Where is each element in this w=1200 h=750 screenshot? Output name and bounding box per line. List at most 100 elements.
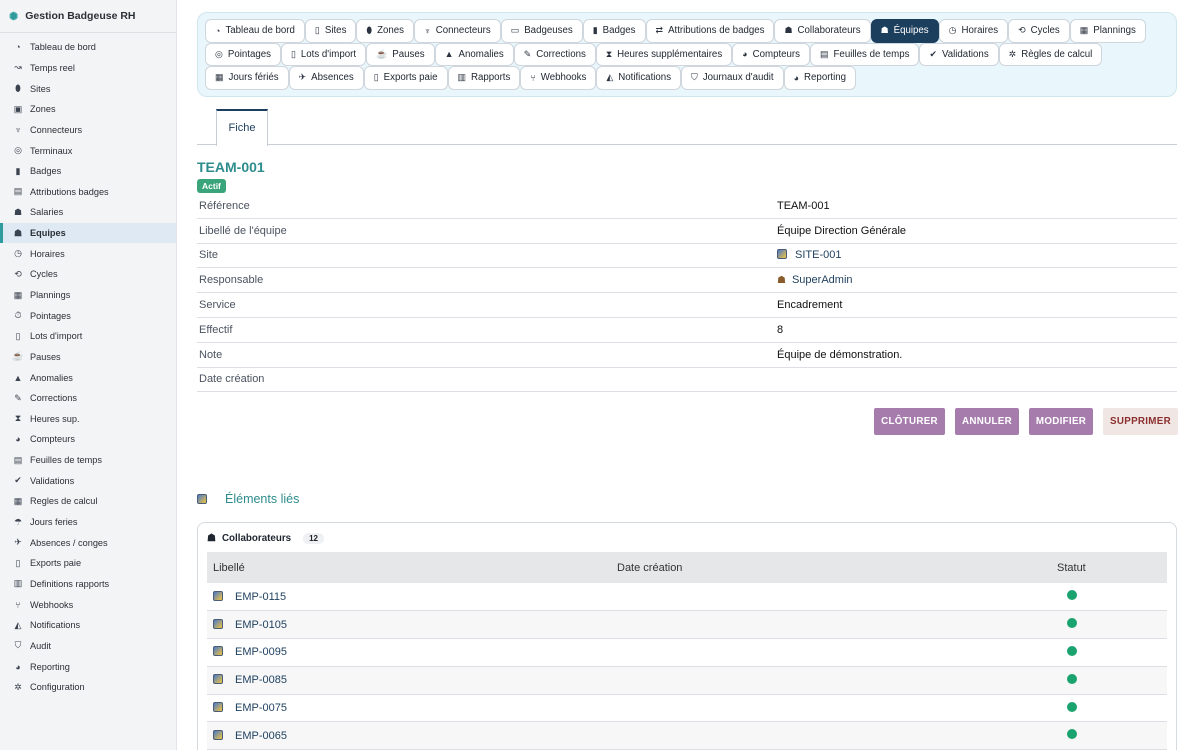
sidebar-item-exports-paie[interactable]: ▯ Exports paie [0, 553, 176, 574]
tab-compteurs[interactable]: ◕ Compteurs [732, 42, 810, 66]
sidebar-item-anomalies[interactable]: ▲ Anomalies [0, 367, 176, 388]
tab-fiche[interactable]: Fiche [216, 108, 268, 146]
table-row[interactable]: EMP-0085 [207, 666, 1167, 695]
tab-journaux-d-audit[interactable]: ⛉ Journaux d'audit [681, 66, 784, 90]
user-icon: ☗ [207, 532, 216, 544]
employee-link[interactable]: EMP-0085 [235, 674, 287, 686]
sidebar-item-tableau-de-bord[interactable]: ◔ Tableau de bord [0, 37, 176, 58]
record-title: TEAM-001 [197, 158, 265, 175]
tab-badges[interactable]: ▮ Badges [582, 19, 646, 43]
tab-connecteurs[interactable]: ♆ Connecteurs [414, 19, 501, 43]
sidebar-item-pauses[interactable]: ☕ Pauses [0, 347, 176, 368]
table-row[interactable]: EMP-0065 [207, 721, 1167, 750]
employee-link[interactable]: EMP-0115 [235, 591, 286, 603]
tab-collaborateurs[interactable]: ☗ Collaborateurs [774, 19, 871, 43]
employee-link[interactable]: EMP-0065 [235, 730, 287, 742]
chart-pie-icon: ◕ [793, 72, 800, 83]
sidebar-item-connecteurs[interactable]: ♆ Connecteurs [0, 120, 176, 141]
field-value: 8 [775, 317, 1177, 343]
site-link[interactable]: SITE-001 [795, 249, 841, 261]
image-icon [213, 729, 223, 740]
sidebar-item-lots-d-import[interactable]: ▯ Lots d'import [0, 326, 176, 347]
sidebar-item-plannings[interactable]: ▦ Plannings [0, 285, 176, 306]
tab-zones[interactable]: ⬮ Zones [356, 19, 415, 43]
sidebar-item-jours-feries[interactable]: ☂ Jours feries [0, 512, 176, 533]
tab-regles-de-calcul[interactable]: ✲ Règles de calcul [998, 42, 1103, 66]
table-row[interactable]: EMP-0105 [207, 610, 1167, 640]
tab-attributions-de-badges[interactable]: ⇄ Attributions de badges [645, 19, 775, 43]
employee-link[interactable]: EMP-0105 [235, 619, 287, 631]
table-row[interactable]: EMP-0115 [207, 583, 1167, 612]
tab-heures-supplementaires[interactable]: ⧗ Heures supplémentaires [595, 42, 733, 66]
sidebar-item-label: Badges [30, 166, 62, 177]
employee-link[interactable]: EMP-0075 [235, 702, 287, 714]
tab-sites[interactable]: ▯ Sites [304, 19, 357, 43]
sidebar-item-salaries[interactable]: ☗ Salaries [0, 202, 176, 223]
tablet-icon: ▭ [510, 25, 520, 36]
table-row[interactable]: EMP-0095 [207, 638, 1167, 667]
tab-exports-paie[interactable]: ▯ Exports paie [363, 66, 448, 90]
tab-absences[interactable]: ✈ Absences [288, 66, 364, 90]
tab-cycles[interactable]: ⟲ Cycles [1008, 19, 1070, 43]
field-row: Référence TEAM-001 [197, 193, 1177, 219]
tab-badgeuses[interactable]: ▭ Badgeuses [500, 19, 583, 43]
tab-feuilles-de-temps[interactable]: ▤ Feuilles de temps [810, 42, 920, 66]
sidebar-item-heures-sup-[interactable]: ⧗ Heures sup. [0, 409, 176, 430]
column-header-label[interactable]: Libellé [207, 552, 611, 583]
tab-horaires[interactable]: ◷ Horaires [938, 19, 1009, 43]
sidebar-item-temps-reel[interactable]: ↝ Temps reel [0, 58, 176, 79]
brand[interactable]: ✺ Gestion Badgeuse RH [0, 0, 176, 33]
brand-title: Gestion Badgeuse RH [25, 10, 136, 22]
sidebar-item-notifications[interactable]: ◭ Notifications [0, 615, 176, 636]
tab-tableau-de-bord[interactable]: ◔ Tableau de bord [205, 19, 305, 43]
sidebar-item-pointages[interactable]: ⏱ Pointages [0, 305, 176, 326]
table-row[interactable]: EMP-0075 [207, 694, 1167, 723]
sidebar-item-absences-conges[interactable]: ✈ Absences / conges [0, 532, 176, 553]
tab-equipes[interactable]: ☗ Équipes [870, 19, 939, 43]
sidebar-item-audit[interactable]: ⛉ Audit [0, 636, 176, 657]
sidebar-item-horaires[interactable]: ◷ Horaires [0, 243, 176, 264]
check-double-icon: ✔ [14, 475, 22, 486]
tab-jours-feries[interactable]: ▦ Jours fériés [205, 66, 289, 90]
tab-pauses[interactable]: ☕ Pauses [366, 42, 435, 66]
timesheet-icon: ▤ [13, 454, 23, 465]
tab-lots-d-import[interactable]: ▯ Lots d'import [280, 42, 367, 66]
sidebar-item-webhooks[interactable]: ⑂ Webhooks [0, 594, 176, 615]
tab-pointages[interactable]: ◎ Pointages [205, 42, 281, 66]
sidebar-item-corrections[interactable]: ✎ Corrections [0, 388, 176, 409]
calculator-icon: ▦ [13, 495, 23, 506]
sidebar-item-sites[interactable]: ⬮ Sites [0, 78, 176, 99]
tab-plannings[interactable]: ▦ Plannings [1069, 19, 1146, 43]
tab-corrections[interactable]: ✎ Corrections [513, 42, 596, 66]
tab-anomalies[interactable]: ▲ Anomalies [434, 42, 514, 66]
tab-reporting[interactable]: ◕ Reporting [783, 66, 857, 90]
tab-webhooks[interactable]: ⑂ Webhooks [520, 66, 597, 90]
sidebar-item-attributions-badges[interactable]: ▤ Attributions badges [0, 181, 176, 202]
sidebar-item-validations[interactable]: ✔ Validations [0, 470, 176, 491]
panel-title: Collaborateurs [221, 532, 292, 544]
close-record-button[interactable]: CLÔTURER [874, 408, 945, 435]
sidebar-item-zones[interactable]: ▣ Zones [0, 99, 176, 120]
sidebar-item-reporting[interactable]: ◕ Reporting [0, 656, 176, 677]
sidebar-item-feuilles-de-temps[interactable]: ▤ Feuilles de temps [0, 450, 176, 471]
tab-label: Cycles [1030, 25, 1060, 37]
delete-button[interactable]: SUPPRIMER [1103, 408, 1178, 435]
cancel-record-button[interactable]: ANNULER [955, 408, 1019, 435]
tab-notifications[interactable]: ◭ Notifications [596, 66, 682, 90]
sidebar-item-badges[interactable]: ▮ Badges [0, 161, 176, 182]
sidebar-item-equipes[interactable]: ☗ Equipes [0, 222, 176, 244]
sidebar-item-terminaux[interactable]: ◎ Terminaux [0, 140, 176, 161]
sidebar-item-cycles[interactable]: ⟲ Cycles [0, 264, 176, 285]
tab-validations[interactable]: ✔ Validations [919, 42, 999, 66]
column-header-date[interactable]: Date création [611, 552, 1051, 583]
sidebar-item-compteurs[interactable]: ◕ Compteurs [0, 429, 176, 450]
tab-label: Reporting [804, 72, 847, 84]
employee-link[interactable]: EMP-0095 [235, 646, 287, 658]
sidebar-item-configuration[interactable]: ✲ Configuration [0, 677, 176, 698]
tab-rapports[interactable]: ▥ Rapports [447, 66, 521, 90]
sidebar-item-regles-de-calcul[interactable]: ▦ Regles de calcul [0, 491, 176, 512]
edit-button[interactable]: MODIFIER [1029, 408, 1093, 435]
sidebar-item-definitions-rapports[interactable]: ▥ Definitions rapports [0, 574, 176, 595]
column-header-status[interactable]: Statut [1051, 552, 1167, 583]
manager-link[interactable]: SuperAdmin [792, 274, 853, 286]
